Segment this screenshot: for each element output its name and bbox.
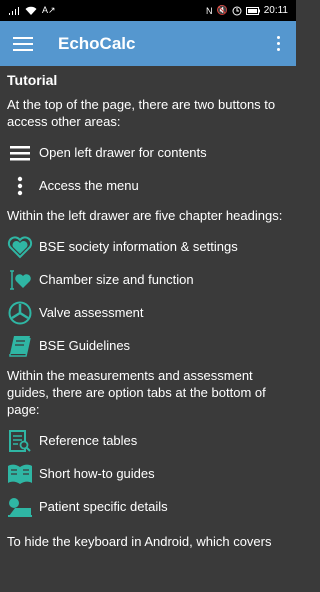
- intro-text: At the top of the page, there are two bu…: [7, 97, 276, 129]
- list-item-label: Access the menu: [39, 178, 139, 193]
- status-time: 20:11: [263, 5, 288, 16]
- tabs-intro-text: Within the measurements and assessment g…: [7, 368, 266, 417]
- alarm-icon: [232, 6, 242, 15]
- drawer-intro-text: Within the left drawer are five chapter …: [7, 208, 283, 223]
- list-item-label: BSE Guidelines: [39, 338, 131, 353]
- list-item: Short how-to guides: [7, 457, 289, 490]
- reference-table-icon: [7, 428, 33, 454]
- network-type-icon: A↗: [42, 5, 56, 15]
- signal-icon: [9, 6, 19, 15]
- heart-settings-icon: [7, 234, 33, 260]
- list-item: Open left drawer for contents: [7, 136, 289, 169]
- list-item: Access the menu: [7, 169, 289, 202]
- app-bar: EchoCalc: [0, 21, 296, 66]
- app-title: EchoCalc: [58, 33, 136, 53]
- wifi-icon: [25, 6, 37, 15]
- page-title: Tutorial: [7, 72, 58, 88]
- status-bar: A↗ N 🔇 20:11: [0, 0, 296, 21]
- list-item: Reference tables: [7, 424, 289, 457]
- drawer-icon: [7, 140, 33, 166]
- mute-icon: 🔇: [216, 5, 228, 15]
- list-item-label: Short how-to guides: [39, 466, 155, 481]
- list-item-label: BSE society information & settings: [39, 239, 238, 254]
- list-item: BSE society information & settings: [7, 230, 289, 263]
- valve-icon: [7, 300, 33, 326]
- tutorial-content: Tutorial At the top of the page, there a…: [0, 66, 296, 592]
- list-item: Patient specific details: [7, 490, 289, 523]
- list-item-label: Valve assessment: [39, 305, 144, 320]
- list-item: Chamber size and function: [7, 263, 289, 296]
- overflow-menu-icon[interactable]: [268, 36, 288, 51]
- battery-icon: [245, 6, 260, 15]
- list-item-label: Patient specific details: [39, 499, 168, 514]
- list-item-label: Open left drawer for contents: [39, 145, 207, 160]
- nfc-icon: N: [205, 5, 213, 16]
- menu-dots-icon: [7, 173, 33, 199]
- open-book-icon: [7, 461, 33, 487]
- hamburger-menu-icon[interactable]: [13, 33, 33, 55]
- list-item: Valve assessment: [7, 296, 289, 329]
- heart-measure-icon: [7, 267, 33, 293]
- patient-icon: [7, 494, 33, 520]
- list-item: BSE Guidelines: [7, 329, 289, 362]
- keyboard-note-text: To hide the keyboard in Android, which c…: [7, 534, 272, 549]
- book-icon: [7, 333, 33, 359]
- list-item-label: Chamber size and function: [39, 272, 194, 287]
- list-item-label: Reference tables: [39, 433, 138, 448]
